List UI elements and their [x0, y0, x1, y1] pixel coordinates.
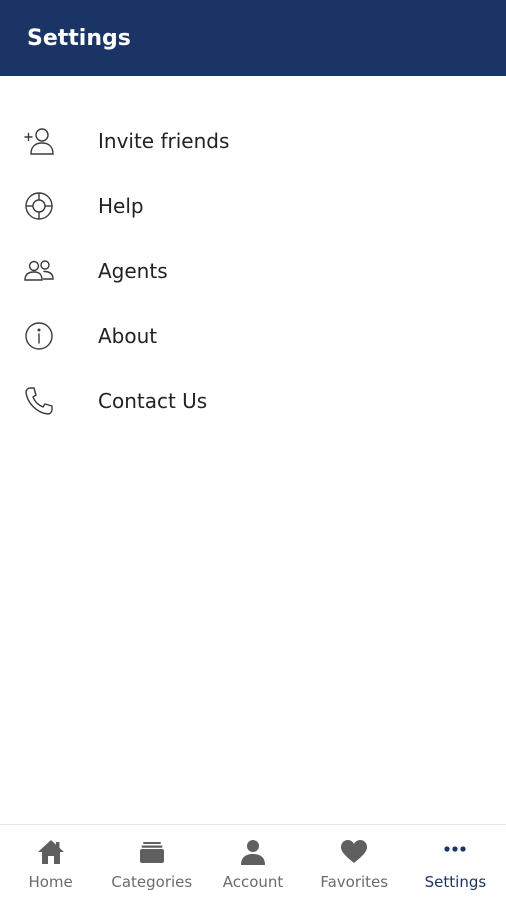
settings-menu: Invite friends Help Agents About Contact…	[0, 108, 506, 433]
categories-icon	[137, 837, 167, 867]
menu-item-label: About	[98, 323, 158, 348]
add-person-icon	[22, 124, 56, 158]
menu-item-label: Help	[98, 193, 144, 218]
info-icon	[22, 319, 56, 353]
tab-favorites[interactable]: Favorites	[304, 825, 405, 900]
tab-categories[interactable]: Categories	[101, 825, 202, 900]
tab-label: Account	[222, 873, 284, 891]
tab-label: Categories	[111, 873, 193, 891]
tab-label: Settings	[424, 873, 487, 891]
tab-home[interactable]: Home	[0, 825, 101, 900]
phone-icon	[22, 384, 56, 418]
tab-account[interactable]: Account	[202, 825, 303, 900]
app-header: Settings	[0, 0, 506, 76]
bottom-tab-bar: Home Categories Account Favorites Settin…	[0, 824, 506, 900]
menu-item-label: Agents	[98, 258, 168, 283]
menu-item-label: Invite friends	[98, 128, 230, 153]
menu-item-contact-us[interactable]: Contact Us	[0, 368, 506, 433]
home-icon	[36, 837, 66, 867]
menu-item-agents[interactable]: Agents	[0, 238, 506, 303]
tab-label: Favorites	[320, 873, 389, 891]
page-title: Settings	[27, 25, 131, 51]
tab-settings[interactable]: Settings	[405, 825, 506, 900]
heart-icon	[339, 837, 369, 867]
tab-label: Home	[28, 873, 73, 891]
menu-item-about[interactable]: About	[0, 303, 506, 368]
menu-item-help[interactable]: Help	[0, 173, 506, 238]
lifebuoy-icon	[22, 189, 56, 223]
account-icon	[238, 837, 268, 867]
more-dots-icon	[440, 837, 470, 867]
menu-item-label: Contact Us	[98, 388, 208, 413]
menu-item-invite-friends[interactable]: Invite friends	[0, 108, 506, 173]
people-icon	[22, 254, 56, 288]
